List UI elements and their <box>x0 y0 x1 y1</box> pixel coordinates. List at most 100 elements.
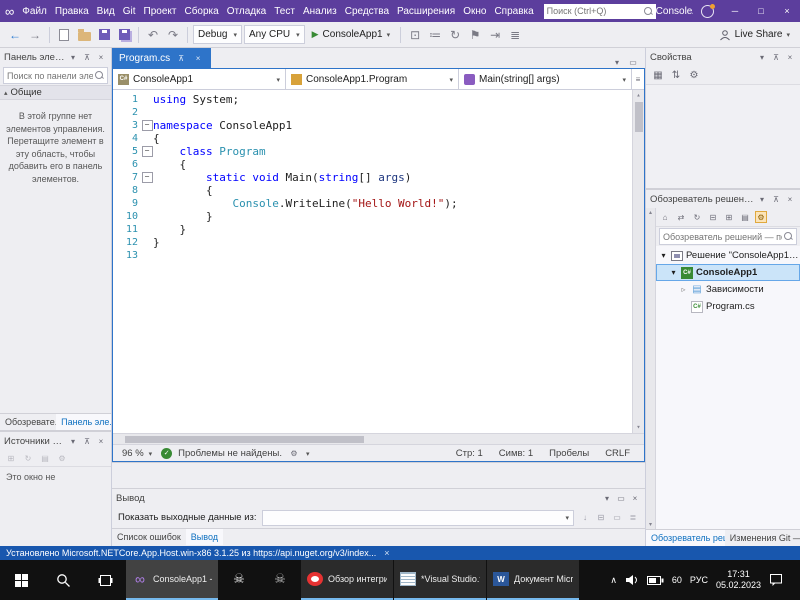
active-files-dropdown-icon[interactable] <box>611 56 623 68</box>
collapse-all-icon[interactable] <box>707 211 719 223</box>
configure-icon[interactable] <box>39 452 51 464</box>
scrollbar-thumb[interactable] <box>125 435 364 443</box>
window-menu-icon[interactable] <box>756 51 768 63</box>
quick-actions-icon[interactable] <box>288 447 300 459</box>
scroll-up-icon[interactable]: ▴ <box>649 209 652 216</box>
pin-icon[interactable] <box>81 435 93 447</box>
taskbar-search-button[interactable] <box>42 560 84 600</box>
undo-icon[interactable] <box>144 26 162 44</box>
toolbox-group-header[interactable]: Общие <box>0 85 111 100</box>
window-menu-icon[interactable] <box>67 435 79 447</box>
fold-marker[interactable] <box>141 145 153 158</box>
tree-arrow[interactable] <box>679 285 688 294</box>
language-indicator[interactable]: РУС <box>690 575 708 585</box>
scroll-to-end-icon[interactable] <box>579 512 591 524</box>
solution-explorer-scrollbar[interactable]: ▴ ▾ <box>646 208 656 529</box>
close-icon[interactable] <box>95 435 107 447</box>
tree-arrow[interactable] <box>659 251 668 260</box>
code-line[interactable]: { <box>141 184 632 197</box>
properties-icon[interactable] <box>739 211 751 223</box>
member-dropdown[interactable]: Main(string[] args) <box>459 69 632 89</box>
document-tab[interactable]: Program.cs <box>112 48 212 68</box>
pin-icon[interactable] <box>770 51 782 63</box>
navigate-back-icon[interactable] <box>6 26 24 44</box>
preview-changes-icon[interactable] <box>406 26 424 44</box>
quick-search-box[interactable] <box>543 3 656 19</box>
menu-item[interactable]: Анализ <box>299 0 341 22</box>
toggle-output-icon[interactable] <box>627 512 639 524</box>
code-line[interactable]: { <box>141 158 632 171</box>
tree-row[interactable]: Зависимости <box>656 281 800 298</box>
pin-icon[interactable] <box>81 51 93 63</box>
taskbar-app[interactable]: Обзор интегриров... <box>301 560 393 600</box>
user-account-icon[interactable] <box>701 3 715 18</box>
menu-item[interactable]: Окно <box>459 0 490 22</box>
close-button[interactable] <box>774 0 800 22</box>
code-line[interactable]: static void Main(string[] args) <box>141 171 632 184</box>
home-icon[interactable] <box>659 211 671 223</box>
show-all-files-icon[interactable] <box>723 211 735 223</box>
tree-row[interactable]: Решение "ConsoleApp1" (проекты: 1 из 1) <box>656 247 800 264</box>
bookmark-icon[interactable] <box>466 26 484 44</box>
close-icon[interactable] <box>95 51 107 63</box>
float-window-icon[interactable] <box>627 56 639 68</box>
scroll-down-icon[interactable]: ▾ <box>636 422 640 433</box>
code-line[interactable]: class Program <box>141 145 632 158</box>
menu-item[interactable]: Средства <box>341 0 393 22</box>
menu-item[interactable]: Справка <box>490 0 537 22</box>
window-menu-icon[interactable] <box>756 193 768 205</box>
battery-icon[interactable] <box>646 575 664 585</box>
editor-vertical-scrollbar[interactable]: ▴ ▾ <box>632 90 644 433</box>
property-pages-icon[interactable] <box>688 69 700 81</box>
pin-icon[interactable] <box>770 193 782 205</box>
toolbox-search-box[interactable] <box>3 67 108 84</box>
show-hidden-icons-chevron[interactable] <box>610 574 617 586</box>
taskbar-app[interactable]: *Visual Studio.txt -... <box>394 560 486 600</box>
toolbox-tab[interactable]: Панель эле... <box>56 414 111 430</box>
window-menu-icon[interactable] <box>67 51 79 63</box>
save-icon[interactable] <box>95 26 113 44</box>
float-window-icon[interactable] <box>615 492 627 504</box>
menu-item[interactable]: Вид <box>93 0 119 22</box>
menu-item[interactable]: Git <box>119 0 140 22</box>
code-line[interactable]: } <box>141 236 632 249</box>
code-editor[interactable]: 12345678910111213 using System;namespace… <box>113 90 644 433</box>
pin-tab-icon[interactable] <box>175 52 187 64</box>
code-line[interactable] <box>141 106 632 119</box>
taskbar-app[interactable] <box>260 560 300 600</box>
dismiss-notification-icon[interactable] <box>384 548 389 558</box>
project-dropdown[interactable]: C# ConsoleApp1 <box>113 69 286 89</box>
output-tab[interactable]: Вывод <box>185 529 224 545</box>
configuration-dropdown[interactable]: Debug <box>193 25 242 44</box>
add-data-source-icon[interactable] <box>5 452 17 464</box>
code-line[interactable] <box>141 249 632 262</box>
menu-item[interactable]: Отладка <box>223 0 271 22</box>
refresh-icon[interactable] <box>446 26 464 44</box>
code-line[interactable]: namespace ConsoleApp1 <box>141 119 632 132</box>
menu-item[interactable]: Сборка <box>180 0 222 22</box>
scroll-up-icon[interactable]: ▴ <box>636 90 640 101</box>
redo-icon[interactable] <box>164 26 182 44</box>
tree-row[interactable]: Program.cs <box>656 298 800 315</box>
taskbar-app[interactable]: ConsoleApp1 - Mic... <box>126 560 218 600</box>
output-source-dropdown[interactable] <box>261 509 574 526</box>
volume-icon[interactable] <box>625 574 639 586</box>
fold-marker[interactable] <box>141 171 153 184</box>
window-menu-icon[interactable] <box>601 492 613 504</box>
alphabetical-sort-icon[interactable] <box>670 69 682 81</box>
tree-row[interactable]: ConsoleApp1 <box>656 264 800 281</box>
new-file-icon[interactable] <box>55 26 73 44</box>
clear-all-icon[interactable] <box>595 512 607 524</box>
output-tab[interactable]: Список ошибок <box>112 529 186 545</box>
menu-item[interactable]: Расширения <box>393 0 459 22</box>
refresh-icon[interactable] <box>691 211 703 223</box>
save-all-icon[interactable] <box>115 26 133 44</box>
close-icon[interactable] <box>784 193 796 205</box>
code-line[interactable]: } <box>141 223 632 236</box>
close-tab-icon[interactable] <box>192 52 204 64</box>
solution-search-box[interactable] <box>659 228 797 245</box>
task-view-button[interactable] <box>84 560 126 600</box>
code-line[interactable]: } <box>141 210 632 223</box>
taskbar-clock[interactable]: 17:31 05.02.2023 <box>716 569 761 592</box>
settings-icon[interactable] <box>56 452 68 464</box>
